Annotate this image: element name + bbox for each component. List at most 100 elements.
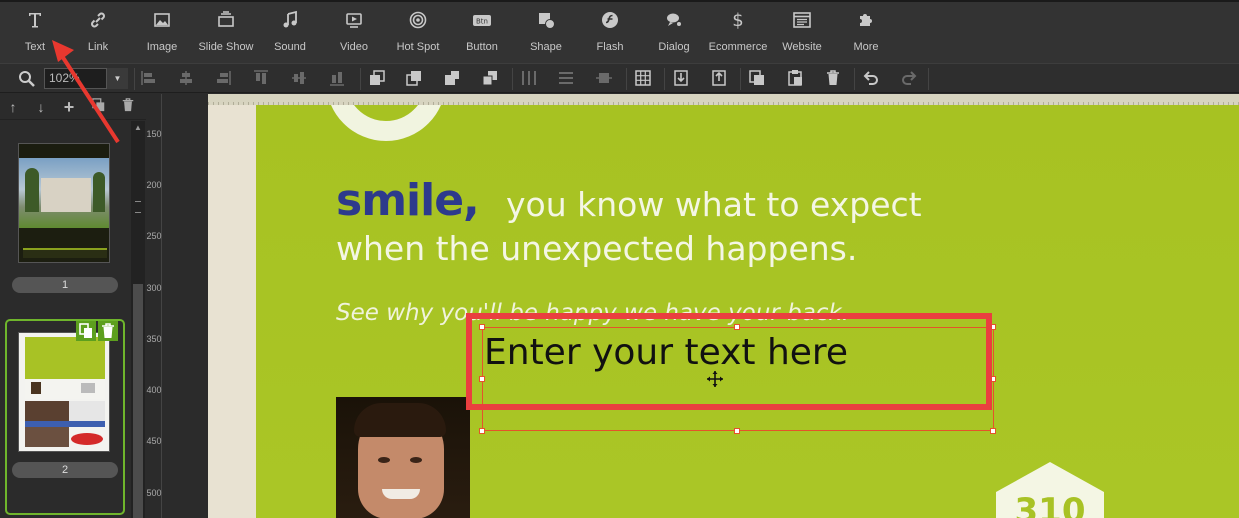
tool-slideshow[interactable]: Slide Show xyxy=(194,4,258,62)
tool-more[interactable]: More xyxy=(834,4,898,62)
tool-video[interactable]: Video xyxy=(322,4,386,62)
eye xyxy=(410,457,422,463)
grid-icon[interactable] xyxy=(634,69,654,89)
resize-handle-se[interactable] xyxy=(990,428,996,434)
same-size-icon[interactable] xyxy=(595,69,615,89)
page-texture-strip xyxy=(208,105,256,518)
tool-flash[interactable]: Flash xyxy=(578,4,642,62)
distribute-horizontal-icon[interactable] xyxy=(520,69,540,89)
thumb-room-photo xyxy=(25,427,69,447)
page-canvas[interactable]: smile, you know what to expect when the … xyxy=(208,105,1239,518)
tool-sound[interactable]: Sound xyxy=(258,4,322,62)
scrollbar-thumb[interactable] xyxy=(133,284,143,518)
tool-ecommerce[interactable]: $ Ecommerce xyxy=(706,4,770,62)
distribute-vertical-icon[interactable] xyxy=(557,69,577,89)
copy-icon xyxy=(79,323,92,338)
undo-icon[interactable] xyxy=(862,69,882,89)
canvas-margin xyxy=(162,94,208,518)
page-thumbnail[interactable] xyxy=(18,332,110,452)
tool-image[interactable]: Image xyxy=(130,4,194,62)
annotation-highlight-box xyxy=(466,313,992,410)
slideshow-icon xyxy=(194,10,258,40)
page-number-badge[interactable]: 1 xyxy=(12,277,118,293)
ruler-mark: 150 xyxy=(146,129,162,139)
ruler-mark: 250 xyxy=(146,231,162,241)
send-back-icon[interactable] xyxy=(481,69,501,89)
toolbar-divider xyxy=(854,68,855,90)
svg-text:Btn: Btn xyxy=(476,18,488,26)
headline-strong[interactable]: smile, xyxy=(336,175,480,226)
duplicate-page-button[interactable] xyxy=(76,321,96,341)
toolbar-divider xyxy=(664,68,665,90)
ruler-mark: 400 xyxy=(146,385,162,395)
move-page-up-icon[interactable]: ↑ xyxy=(4,98,22,116)
flash-icon xyxy=(578,10,642,40)
insert-toolbar: Text Link Image Slide Show Sound Video H… xyxy=(0,0,1239,63)
thumb-white-band xyxy=(25,379,105,399)
vertical-ruler: 150 200 250 300 350 400 450 500 xyxy=(146,94,162,518)
move-cursor-icon xyxy=(707,371,723,387)
app-window: Text Link Image Slide Show Sound Video H… xyxy=(0,0,1239,518)
thumb-house-photo xyxy=(19,158,109,228)
resize-handle-sw[interactable] xyxy=(479,428,485,434)
thumb-green-block xyxy=(25,337,105,379)
ruler-mark: 350 xyxy=(146,334,162,344)
delete-page-button[interactable] xyxy=(98,321,118,341)
button-icon: Btn xyxy=(450,10,514,40)
tool-label: Dialog xyxy=(658,41,690,53)
tool-shape[interactable]: Shape xyxy=(514,4,578,62)
export-icon[interactable] xyxy=(710,69,730,89)
scrollbar-grip-icon xyxy=(135,201,141,213)
align-center-icon[interactable] xyxy=(177,69,197,89)
horizontal-ruler xyxy=(208,94,1239,105)
tool-label: Button xyxy=(466,41,498,53)
thumb-room-photo xyxy=(25,401,69,421)
page-number-badge[interactable]: 2 xyxy=(12,462,118,478)
tool-website[interactable]: Website xyxy=(770,4,834,62)
house-badge-number: 310 xyxy=(1015,491,1086,518)
tool-label: Slide Show xyxy=(198,41,254,53)
resize-handle-s[interactable] xyxy=(734,428,740,434)
tool-dialog[interactable]: Dialog xyxy=(642,4,706,62)
smile-teeth xyxy=(382,489,420,499)
ruler-ticks xyxy=(208,96,1239,105)
headline-rest[interactable]: you know what to expect xyxy=(506,185,922,224)
bring-front-icon[interactable] xyxy=(368,69,388,89)
tool-hotspot[interactable]: Hot Spot xyxy=(386,4,450,62)
agent-portrait[interactable] xyxy=(336,397,470,518)
align-middle-icon[interactable] xyxy=(290,69,310,89)
tool-label: Video xyxy=(340,41,368,53)
page-thumbnail[interactable] xyxy=(18,143,110,263)
scroll-up-arrow[interactable]: ▲ xyxy=(133,123,143,133)
ruler-mark: 200 xyxy=(146,180,162,190)
thumb-card xyxy=(69,401,105,421)
tool-label: Shape xyxy=(530,41,562,53)
bring-forward-icon[interactable] xyxy=(405,69,425,89)
house-badge-icon: 310 xyxy=(996,462,1104,518)
headline-line2[interactable]: when the unexpected happens. xyxy=(336,229,857,268)
tool-button[interactable]: Btn Button xyxy=(450,4,514,62)
toolbar-divider xyxy=(360,68,361,90)
toolbar-divider xyxy=(928,68,929,90)
align-bottom-icon[interactable] xyxy=(328,69,348,89)
import-icon[interactable] xyxy=(672,69,692,89)
paste-icon[interactable] xyxy=(786,69,806,89)
thumb-footer xyxy=(19,228,109,262)
send-backward-icon[interactable] xyxy=(443,69,463,89)
trash-icon[interactable] xyxy=(824,69,844,89)
thumb-portrait xyxy=(31,382,41,394)
align-left-icon[interactable] xyxy=(140,69,160,89)
dollar-icon: $ xyxy=(706,10,770,40)
format-toolbar: 102% ▼ xyxy=(0,63,1239,93)
tool-label: Ecommerce xyxy=(708,41,768,53)
dialog-icon xyxy=(642,10,706,40)
puzzle-icon xyxy=(834,10,898,40)
redo-icon[interactable] xyxy=(900,69,920,89)
video-icon xyxy=(322,10,386,40)
tool-label: Hot Spot xyxy=(396,41,440,53)
eye xyxy=(378,457,390,463)
align-right-icon[interactable] xyxy=(214,69,234,89)
copy-icon[interactable] xyxy=(748,69,768,89)
align-top-icon[interactable] xyxy=(252,69,272,89)
trash-icon xyxy=(102,323,114,338)
